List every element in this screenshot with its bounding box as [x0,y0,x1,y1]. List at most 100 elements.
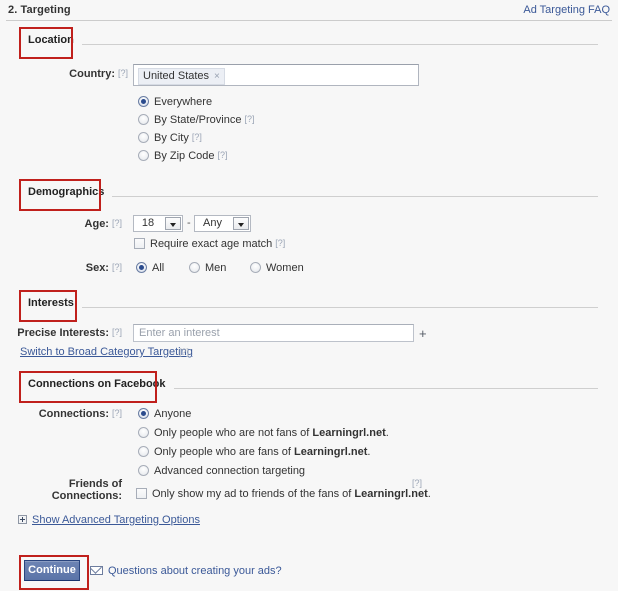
connections-label: Connections: [?] [0,408,122,420]
section-demographics: Demographics [0,179,618,211]
sex-help-icon[interactable]: [?] [112,262,122,272]
checkbox-friends-of-fans-icon[interactable] [136,488,147,499]
country-token-label: United States [143,70,210,82]
age-min-value: 18 [141,217,155,229]
radio-city-icon[interactable] [138,132,149,143]
sex-label: Sex: [?] [0,262,122,274]
radio-state-province-label: By State/Province [154,114,242,126]
section-location-divider [22,44,598,45]
connections-label-text: Connections: [38,408,109,420]
radio-sex-all-icon[interactable] [136,262,147,273]
radio-zip-code-icon[interactable] [138,150,149,161]
city-help-icon[interactable]: [?] [192,132,202,142]
age-max-select[interactable]: Any [194,215,251,232]
radio-anyone-label: Anyone [154,408,192,420]
friends-of-fans-page-name: Learningrl.net [354,488,428,500]
ad-targeting-faq-link[interactable]: Ad Targeting FAQ [523,4,610,16]
continue-button[interactable]: Continue [24,560,80,581]
section-location-header: Location [0,27,618,59]
chevron-down-icon-age-min[interactable] [165,217,181,230]
radio-option-zip-code[interactable]: By Zip Code [?] [138,150,228,162]
radio-city-label: By City [154,132,189,144]
precise-interests-help-icon[interactable]: [?] [112,327,122,337]
ad-targeting-page: 2. Targeting Ad Targeting FAQ Location C… [0,0,618,591]
page-title: 2. Targeting [8,4,71,16]
checkbox-option-friends-of-fans[interactable]: Only show my ad to friends of the fans o… [136,488,431,500]
chevron-down-icon-age-max[interactable] [233,217,249,230]
friends-of-connections-label-line2: Connections: [51,490,122,502]
radio-option-advanced-connection-targeting[interactable]: Advanced connection targeting [138,465,305,477]
radio-advanced-connection-icon[interactable] [138,465,149,476]
radio-sex-women-icon[interactable] [250,262,261,273]
radio-option-anyone[interactable]: Anyone [138,408,191,420]
radio-not-fans-suffix: . [385,427,389,439]
country-label-text: Country: [69,68,115,80]
age-label-text: Age: [84,218,109,230]
age-min-select[interactable]: 18 [133,215,183,232]
exact-age-match-help-icon[interactable]: [?] [275,238,285,248]
radio-not-fans-page-name: Learningrl.net [312,427,386,439]
friends-of-connections-help-icon[interactable]: [?] [412,478,422,488]
country-label: Country: [?] [0,68,128,80]
zip-code-help-icon[interactable]: [?] [218,150,228,160]
age-max-value: Any [203,217,222,229]
switch-broad-category-link[interactable]: Switch to Broad Category Targeting [20,346,193,358]
questions-link-label[interactable]: Questions about creating your ads? [108,565,282,577]
radio-everywhere-icon[interactable] [138,96,149,107]
radio-fans-page-name: Learningrl.net [294,446,368,458]
sex-label-text: Sex: [85,262,109,274]
show-advanced-targeting-label: Show Advanced Targeting Options [32,514,200,526]
radio-option-state-province[interactable]: By State/Province [?] [138,114,254,126]
radio-fans-label: Only people who are fans of [154,446,295,458]
radio-option-not-fans[interactable]: Only people who are not fans of Learning… [138,427,389,439]
section-interests-header: Interests [0,290,618,322]
radio-option-fans[interactable]: Only people who are fans of Learningrl.n… [138,446,370,458]
questions-row[interactable]: Questions about creating your ads? [90,565,282,577]
radio-not-fans-icon[interactable] [138,427,149,438]
country-help-icon[interactable]: [?] [118,68,128,78]
radio-advanced-connection-label: Advanced connection targeting [154,465,306,477]
age-range-separator: - [187,217,191,229]
precise-interests-label-text: Precise Interests: [17,327,109,339]
connections-help-icon[interactable]: [?] [112,408,122,418]
radio-everywhere-label: Everywhere [154,96,213,108]
radio-sex-women-label: Women [266,262,304,274]
friends-of-fans-label: Only show my ad to friends of the fans o… [152,488,355,500]
radio-sex-men-label: Men [205,262,227,274]
section-interests-title: Interests [22,293,82,313]
radio-sex-all-label: All [152,262,165,274]
envelope-icon [90,566,103,575]
plus-expand-icon[interactable] [18,515,27,524]
radio-option-city[interactable]: By City [?] [138,132,202,144]
radio-anyone-icon[interactable] [138,408,149,419]
add-interest-button[interactable]: + [419,327,427,340]
section-demographics-title: Demographics [22,182,113,202]
switch-broad-category-help-icon[interactable]: [?] [179,347,189,357]
radio-option-sex-all[interactable]: All [136,262,164,274]
country-input[interactable]: United States × [133,64,419,86]
radio-sex-men-icon[interactable] [189,262,200,273]
age-help-icon[interactable]: [?] [112,218,122,228]
section-location-title: Location [22,30,82,50]
checkbox-exact-age-match-icon[interactable] [134,238,145,249]
section-location: Location [0,27,618,59]
remove-country-icon[interactable]: × [214,71,220,82]
radio-option-sex-men[interactable]: Men [189,262,226,274]
section-connections: Connections on Facebook [0,371,618,403]
radio-fans-suffix: . [367,446,371,458]
section-demographics-header: Demographics [0,179,618,211]
country-token[interactable]: United States × [138,68,225,85]
section-connections-header: Connections on Facebook [0,371,618,403]
friends-of-fans-suffix: . [427,488,431,500]
show-advanced-targeting-toggle[interactable]: Show Advanced Targeting Options [18,514,200,526]
radio-not-fans-label: Only people who are not fans of [154,427,313,439]
precise-interests-input[interactable] [133,324,414,342]
checkbox-option-exact-age-match[interactable]: Require exact age match [?] [134,238,285,250]
radio-option-sex-women[interactable]: Women [250,262,304,274]
radio-state-province-icon[interactable] [138,114,149,125]
radio-option-everywhere[interactable]: Everywhere [138,96,212,108]
exact-age-match-label: Require exact age match [150,238,273,250]
radio-fans-icon[interactable] [138,446,149,457]
age-label: Age: [?] [0,218,122,230]
state-province-help-icon[interactable]: [?] [244,114,254,124]
